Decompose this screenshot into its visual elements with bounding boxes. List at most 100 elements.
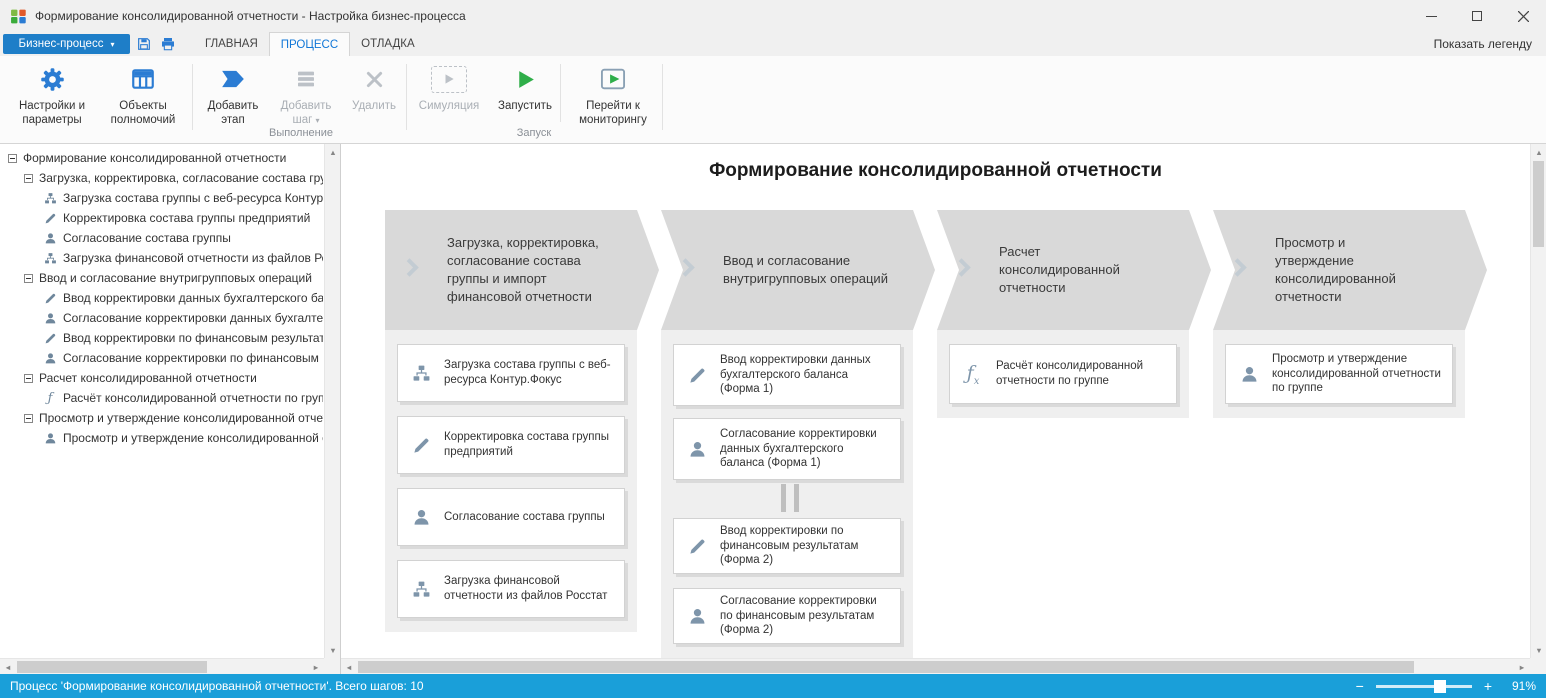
tree-item-step[interactable]: Просмотр и утверждение консолидированной…: [0, 428, 323, 448]
stage-header[interactable]: Просмотр и утверждение консолидированной…: [1213, 210, 1487, 330]
canvas-vertical-scrollbar[interactable]: ▲ ▼: [1530, 144, 1546, 658]
step-card[interactable]: Корректировка состава группы предприятий: [397, 416, 625, 474]
ribbon-tabs: ГЛАВНАЯ ПРОЦЕСС ОТЛАДКА: [194, 32, 426, 56]
zoom-control: − + 91%: [1356, 679, 1536, 693]
ribbon-separator: [662, 64, 663, 130]
scroll-down-button[interactable]: ▼: [325, 642, 341, 658]
settings-parameters-button[interactable]: Настройки и параметры: [8, 60, 96, 134]
step-card[interactable]: Согласование корректировки данных бухгал…: [673, 418, 901, 480]
scroll-right-button[interactable]: ►: [308, 659, 324, 675]
tree-item-stage[interactable]: Ввод и согласование внутригрупповых опер…: [0, 268, 323, 288]
tree-item-step[interactable]: Загрузка состава группы с веб-ресурса Ко…: [0, 188, 323, 208]
fx-icon: ƒ: [42, 391, 58, 406]
save-icon[interactable]: [136, 36, 152, 52]
application-window: Формирование консолидированной отчетност…: [0, 0, 1546, 698]
scrollbar-thumb[interactable]: [358, 661, 1414, 673]
app-icon: [10, 8, 27, 25]
tree-vertical-scrollbar[interactable]: ▲ ▼: [324, 144, 340, 658]
scroll-right-button[interactable]: ►: [1514, 659, 1530, 675]
scroll-down-icon: ▼: [329, 646, 336, 655]
show-legend-link[interactable]: Показать легенду: [1434, 32, 1532, 56]
ribbon-group-label-execution: Выполнение: [198, 127, 404, 139]
collapse-icon[interactable]: [24, 374, 33, 383]
tab-process[interactable]: ПРОЦЕСС: [269, 32, 350, 56]
person-icon: [42, 230, 58, 246]
tree-item-step[interactable]: ƒ Расчёт консолидированной отчетности по…: [0, 388, 323, 408]
maximize-button[interactable]: [1454, 0, 1500, 32]
business-process-menu-button[interactable]: Бизнес-процесс ▾: [3, 34, 130, 54]
tree-item-step[interactable]: Согласование корректировки по финансовым…: [0, 348, 323, 368]
step-card[interactable]: Загрузка финансовой отчетности из файлов…: [397, 560, 625, 618]
collapse-icon[interactable]: [24, 174, 33, 183]
tree-horizontal-scrollbar[interactable]: ◄ ►: [0, 658, 324, 674]
add-step-button[interactable]: Добавить шаг ▾: [272, 60, 340, 134]
step-card[interactable]: Ввод корректировки по финансовым результ…: [673, 518, 901, 574]
tab-main[interactable]: ГЛАВНАЯ: [194, 32, 269, 56]
tree-item-stage[interactable]: Расчет консолидированной отчетности: [0, 368, 323, 388]
ribbon: Настройки и параметры Объекты полномочий…: [0, 56, 1546, 144]
collapse-icon[interactable]: [24, 274, 33, 283]
tree-item-step[interactable]: Ввод корректировки по финансовым результ…: [0, 328, 323, 348]
tree-item-stage[interactable]: Загрузка, корректировка, согласование со…: [0, 168, 323, 188]
tree-item-step[interactable]: Согласование состава группы: [0, 228, 323, 248]
collapse-icon[interactable]: [24, 414, 33, 423]
zoom-value: 91%: [1504, 679, 1536, 693]
fx-icon: ƒx: [950, 362, 996, 387]
scroll-left-button[interactable]: ◄: [0, 659, 16, 675]
permission-objects-button[interactable]: Объекты полномочий: [100, 60, 186, 134]
run-button[interactable]: Запустить: [490, 60, 560, 134]
ribbon-separator: [560, 64, 561, 122]
step-card[interactable]: ƒx Расчёт консолидированной отчетности п…: [949, 344, 1177, 404]
scroll-left-button[interactable]: ◄: [341, 659, 357, 675]
zoom-out-button[interactable]: −: [1356, 679, 1364, 693]
tree-item-step[interactable]: Загрузка финансовой отчетности из файлов…: [0, 248, 323, 268]
scrollbar-thumb[interactable]: [17, 661, 207, 673]
person-icon: [1226, 365, 1272, 384]
scroll-down-button[interactable]: ▼: [1531, 642, 1546, 658]
tree-item-step[interactable]: Корректировка состава группы предприятий: [0, 208, 323, 228]
scrollbar-corner: [324, 658, 340, 674]
titlebar: Формирование консолидированной отчетност…: [0, 0, 1546, 32]
tree-item-step[interactable]: Согласование корректировки данных бухгал…: [0, 308, 323, 328]
swimlane: Ввод корректировки данных бухгалтерского…: [661, 330, 913, 658]
swimlane: Просмотр и утверждение консолидированной…: [1213, 330, 1465, 418]
stage-header[interactable]: Загрузка, корректировка, согласование со…: [385, 210, 659, 330]
stage-header[interactable]: Ввод и согласование внутригрупповых опер…: [661, 210, 935, 330]
scroll-up-button[interactable]: ▲: [1531, 144, 1546, 160]
step-card[interactable]: Ввод корректировки данных бухгалтерского…: [673, 344, 901, 406]
scrollbar-corner: [1530, 658, 1546, 674]
simulation-button[interactable]: Симуляция: [412, 60, 486, 134]
zoom-slider[interactable]: [1376, 685, 1472, 688]
step-card[interactable]: Загрузка состава группы с веб-ресурса Ко…: [397, 344, 625, 402]
stage-chevron-icon: [952, 258, 970, 276]
collapse-icon[interactable]: [8, 154, 17, 163]
step-card[interactable]: Просмотр и утверждение консолидированной…: [1225, 344, 1453, 404]
print-icon[interactable]: [160, 36, 176, 52]
minimize-icon: [1426, 16, 1437, 17]
swimlane: Загрузка состава группы с веб-ресурса Ко…: [385, 330, 637, 632]
go-to-monitoring-button[interactable]: Перейти к мониторингу: [566, 60, 660, 134]
table-icon: [130, 62, 156, 96]
step-card[interactable]: Согласование корректировки по финансовым…: [673, 588, 901, 644]
scroll-left-icon: ◄: [4, 663, 11, 672]
pencil-icon: [42, 290, 58, 306]
tree-item-stage[interactable]: Просмотр и утверждение консолидированной…: [0, 408, 323, 428]
canvas-horizontal-scrollbar[interactable]: ◄ ►: [341, 658, 1530, 674]
step-card[interactable]: Согласование состава группы: [397, 488, 625, 546]
tree-item-step[interactable]: Ввод корректировки данных бухгалтерского…: [0, 288, 323, 308]
sitemap-icon: [42, 250, 58, 266]
close-icon: [1518, 11, 1529, 22]
zoom-in-button[interactable]: +: [1484, 679, 1492, 693]
add-stage-button[interactable]: Добавить этап: [198, 60, 268, 134]
minimize-button[interactable]: [1408, 0, 1454, 32]
tab-debug[interactable]: ОТЛАДКА: [350, 32, 425, 56]
stage-header[interactable]: Расчет консолидированной отчетности: [937, 210, 1211, 330]
diagram-canvas[interactable]: Формирование консолидированной отчетност…: [341, 144, 1546, 674]
pencil-icon: [398, 436, 444, 455]
scroll-up-button[interactable]: ▲: [325, 144, 341, 160]
zoom-slider-thumb[interactable]: [1434, 680, 1446, 693]
close-button[interactable]: [1500, 0, 1546, 32]
tree-item-root[interactable]: Формирование консолидированной отчетност…: [0, 148, 323, 168]
scrollbar-thumb[interactable]: [1533, 161, 1544, 247]
delete-button[interactable]: Удалить: [344, 60, 404, 134]
